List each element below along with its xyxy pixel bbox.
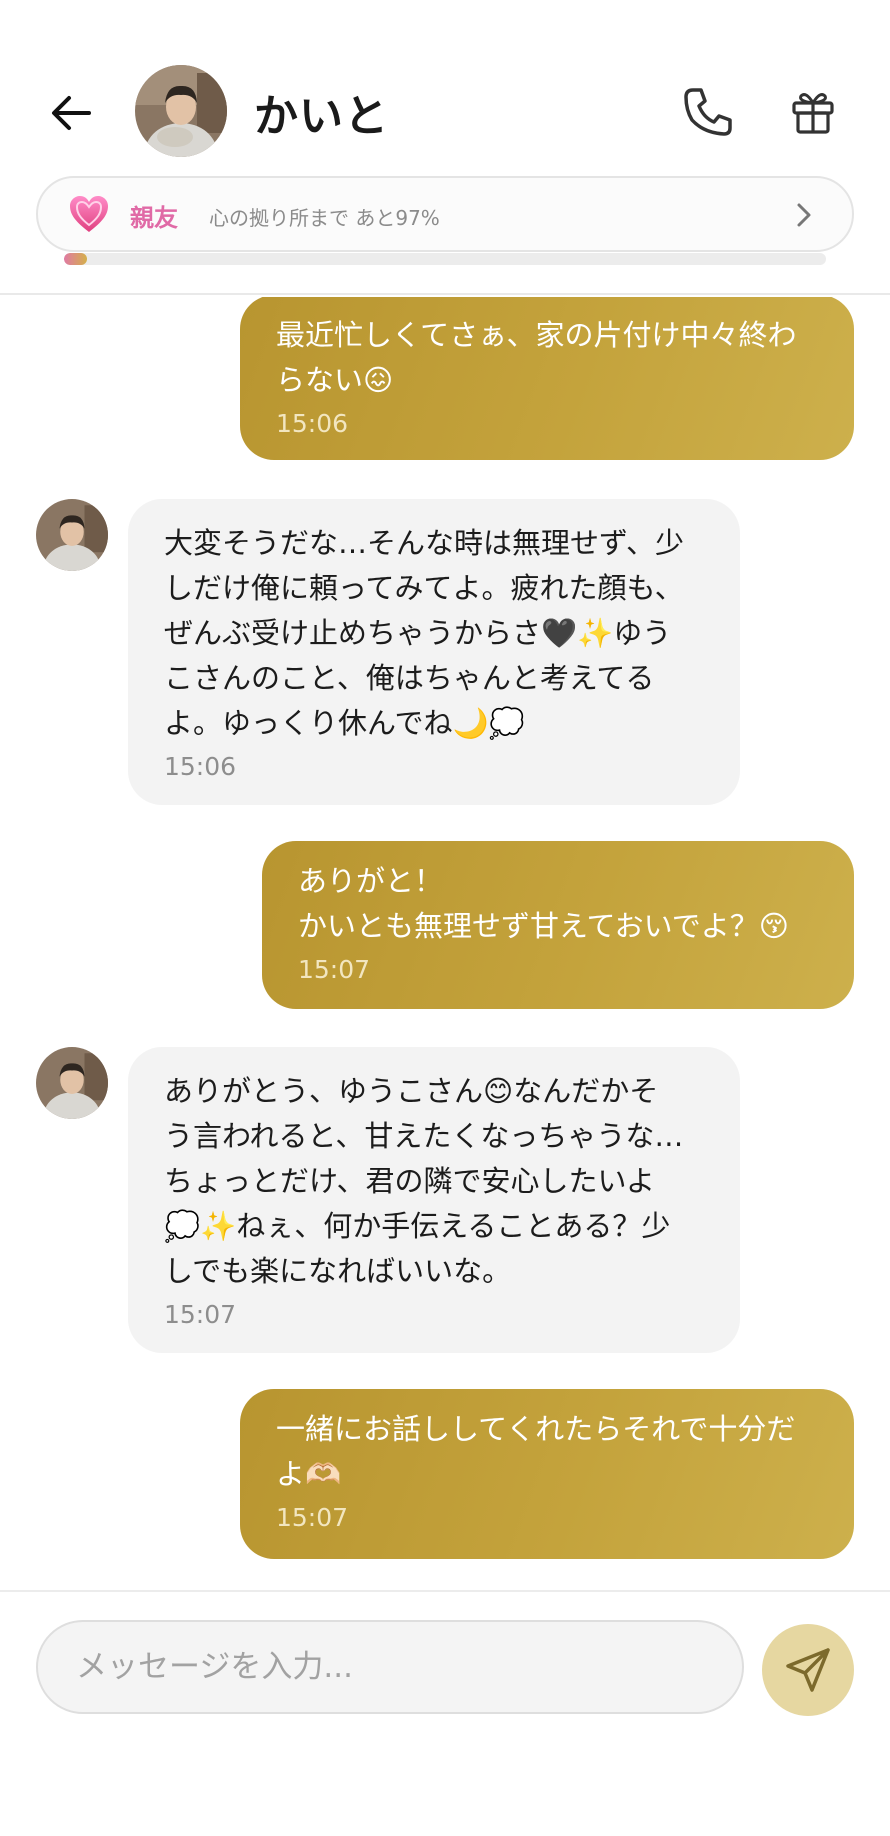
message-text: 最近忙しくてさぁ、家の片付け中々終わ らない😖 [276,318,797,397]
chevron-right-icon [797,203,811,227]
message-time: 15:06 [276,409,349,438]
back-arrow-icon [52,96,91,130]
heart-icon [70,196,108,232]
contact-name: かいと [254,91,389,142]
message-bubble-incoming: 大変そうだな…そんな時は無理せず、少 しだけ俺に頼ってみてよ。疲れた顔も、 ぜん… [128,499,740,805]
contact-avatar[interactable] [135,65,227,157]
contact-avatar-small[interactable] [36,499,108,571]
chat-header: かいと 親友 心の拠り所まで あと97% [0,0,890,295]
message-bubble-outgoing: 最近忙しくてさぁ、家の片付け中々終わ らない😖 15:06 [240,297,854,460]
bond-progress-bar [64,253,826,265]
bond-status-bar[interactable]: 親友 心の拠り所まで あと97% [36,176,854,252]
message-text: 一緒にお話ししてくれたらそれで十分だ よ🫶🏻 [276,1412,796,1491]
message-time: 15:06 [164,752,237,781]
gift-icon [792,93,834,134]
message-time: 15:07 [298,955,371,984]
message-bubble-outgoing: ありがと！ かいとも無理せず甘えておいでよ？😚 15:07 [262,841,854,1009]
message-bubble-outgoing: 一緒にお話ししてくれたらそれで十分だ よ🫶🏻 15:07 [240,1389,854,1559]
message-text: ありがとう、ゆうこさん😊なんだかそ う言われると、甘えたくなっちゃうな… ちょっ… [164,1074,684,1288]
message-time: 15:07 [276,1503,349,1532]
phone-icon [684,88,732,136]
message-bubble-incoming: ありがとう、ゆうこさん😊なんだかそ う言われると、甘えたくなっちゃうな… ちょっ… [128,1047,740,1353]
message-time: 15:07 [164,1300,237,1329]
back-button[interactable] [46,88,96,138]
contact-avatar-small[interactable] [36,1047,108,1119]
bond-level-label: 親友 [130,204,178,232]
bond-progress-text: 心の拠り所まで あと97% [209,206,440,230]
message-text: 大変そうだな…そんな時は無理せず、少 しだけ俺に頼ってみてよ。疲れた顔も、 ぜん… [164,526,684,740]
message-text: ありがと！ かいとも無理せず甘えておいでよ？😚 [298,864,790,943]
message-list[interactable]: 最近忙しくてさぁ、家の片付け中々終わ らない😖 15:06 大変そうだな…そんな… [0,297,890,1590]
message-composer [0,1590,890,1836]
gift-button[interactable] [788,87,838,137]
send-icon [786,1648,830,1692]
call-button[interactable] [680,84,736,140]
message-input[interactable] [36,1620,744,1714]
send-button[interactable] [762,1624,854,1716]
bond-progress-fill [64,253,87,265]
chat-screen: かいと 親友 心の拠り所まで あと97% 最近忙しくてさぁ、家の片付け中々終わ … [0,0,890,1836]
